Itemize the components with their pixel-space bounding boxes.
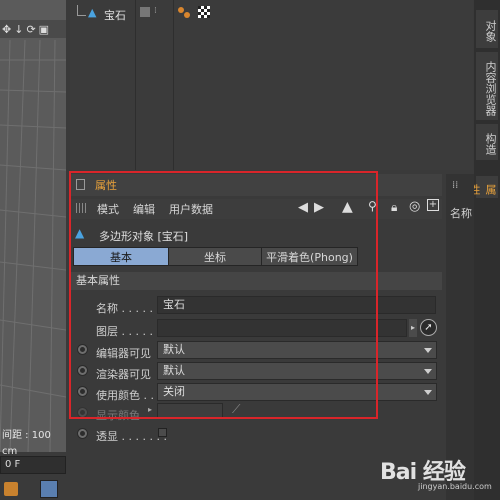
right-tab-strip: 对象 内容浏览器 构造 属性 [468, 0, 500, 500]
layer-menu-arrow-icon[interactable]: ▸ [409, 319, 417, 337]
render-visible-label: 渲染器可见 [96, 368, 151, 381]
menu-edit[interactable]: 编辑 [133, 201, 155, 217]
attributes-title: 属性 [95, 179, 117, 192]
xray-radio[interactable] [77, 428, 88, 439]
name-field[interactable]: 宝石 [157, 296, 436, 314]
visibility-dots-icon[interactable]: ⁞ [154, 6, 157, 16]
tab-basic[interactable]: 基本 [73, 247, 169, 266]
chevron-down-icon [424, 369, 432, 374]
eyedropper-icon: ⟋ [232, 402, 241, 416]
render-visible-dropdown[interactable]: 默认 [157, 362, 437, 380]
frame-field[interactable]: 0 F [0, 456, 66, 474]
record-icon[interactable] [4, 482, 18, 496]
film-icon[interactable] [40, 480, 58, 498]
tab-coordinates[interactable]: 坐标 [168, 247, 262, 266]
back-arrow-icon[interactable]: ◀ [298, 200, 308, 215]
tab-attributes[interactable]: 属性 [468, 176, 498, 198]
use-color-dropdown[interactable]: 关闭 [157, 383, 437, 401]
render-visible-radio[interactable] [77, 365, 88, 376]
tab-phong[interactable]: 平滑着色(Phong) [261, 247, 358, 266]
attributes-menu-bar [70, 199, 442, 219]
use-color-label: 使用颜色 . . [96, 389, 154, 402]
use-color-value: 关闭 [163, 385, 185, 398]
pick-cursor-icon[interactable]: ➚ [420, 319, 437, 336]
up-arrow-icon[interactable]: ▲ [342, 199, 353, 215]
object-type-label: 多边形对象 [宝石] [99, 230, 189, 243]
polygon-object-type-icon: ▲ [75, 226, 85, 240]
tab-objects[interactable]: 对象 [476, 10, 498, 48]
3d-viewport[interactable] [0, 0, 66, 452]
arrow-down-icon[interactable]: ↓ [14, 23, 23, 36]
object-name[interactable]: 宝石 [104, 7, 126, 23]
viewport-toolbar: ✥ ↓ ⟳ ▣ [0, 20, 66, 38]
display-color-radio [77, 407, 88, 418]
layer-field[interactable] [157, 319, 407, 337]
target-icon[interactable]: ◎ [409, 199, 420, 214]
tab-content-browser[interactable]: 内容浏览器 [476, 52, 498, 120]
use-color-radio[interactable] [77, 386, 88, 397]
editor-visible-radio[interactable] [77, 344, 88, 355]
chevron-down-icon [424, 390, 432, 395]
new-panel-icon[interactable]: + [427, 199, 439, 211]
display-color-swatch [157, 403, 223, 418]
panel-icon [76, 179, 85, 190]
render-visible-value: 默认 [163, 364, 185, 377]
xray-checkbox[interactable] [158, 428, 167, 437]
rotate-icon[interactable]: ⟳ [26, 23, 35, 36]
object-flags-column [136, 0, 174, 170]
bottom-toolbar [0, 478, 66, 500]
display-color-label: 显示颜色 [96, 409, 140, 422]
watermark-url: jingyan.baidu.com [418, 482, 492, 491]
object-name-column [70, 0, 136, 170]
forward-arrow-icon[interactable]: ▶ [314, 200, 324, 215]
texture-tag-icon[interactable] [198, 6, 210, 18]
chevron-down-icon [424, 348, 432, 353]
layer-icon[interactable] [140, 7, 150, 17]
editor-visible-value: 默认 [163, 343, 185, 356]
editor-visible-label: 编辑器可见 [96, 347, 151, 360]
viewport-grid [0, 39, 66, 452]
menu-user-data[interactable]: 用户数据 [169, 201, 213, 217]
search-icon[interactable]: ⚲ [368, 199, 377, 213]
attributes-title-bar [70, 174, 442, 196]
move-icon[interactable]: ✥ [2, 23, 11, 36]
tree-line [77, 5, 86, 16]
phong-tag-icon[interactable] [178, 7, 184, 13]
xray-label: 透显 . . . . . . . [96, 430, 167, 443]
grip-icon [76, 203, 88, 213]
side-grip-icon: ⁞⁞ [452, 180, 459, 191]
section-basic-properties: 基本属性 [70, 272, 442, 290]
lock-icon[interactable]: 🔒︎ [391, 200, 397, 215]
side-name-label: 名称 [450, 207, 472, 220]
editor-visible-dropdown[interactable]: 默认 [157, 341, 437, 359]
frame-icon[interactable]: ▣ [39, 23, 49, 36]
polygon-object-icon: ▲ [88, 6, 97, 19]
side-attribute-panel [446, 174, 474, 500]
expand-arrow-icon[interactable]: ▸ [148, 405, 152, 414]
viewport-distance-readout: 间距 : 100 cm [2, 430, 51, 457]
phong-tag-icon-2 [184, 12, 190, 18]
menu-mode[interactable]: 模式 [97, 201, 119, 217]
tab-structure[interactable]: 构造 [476, 124, 498, 160]
